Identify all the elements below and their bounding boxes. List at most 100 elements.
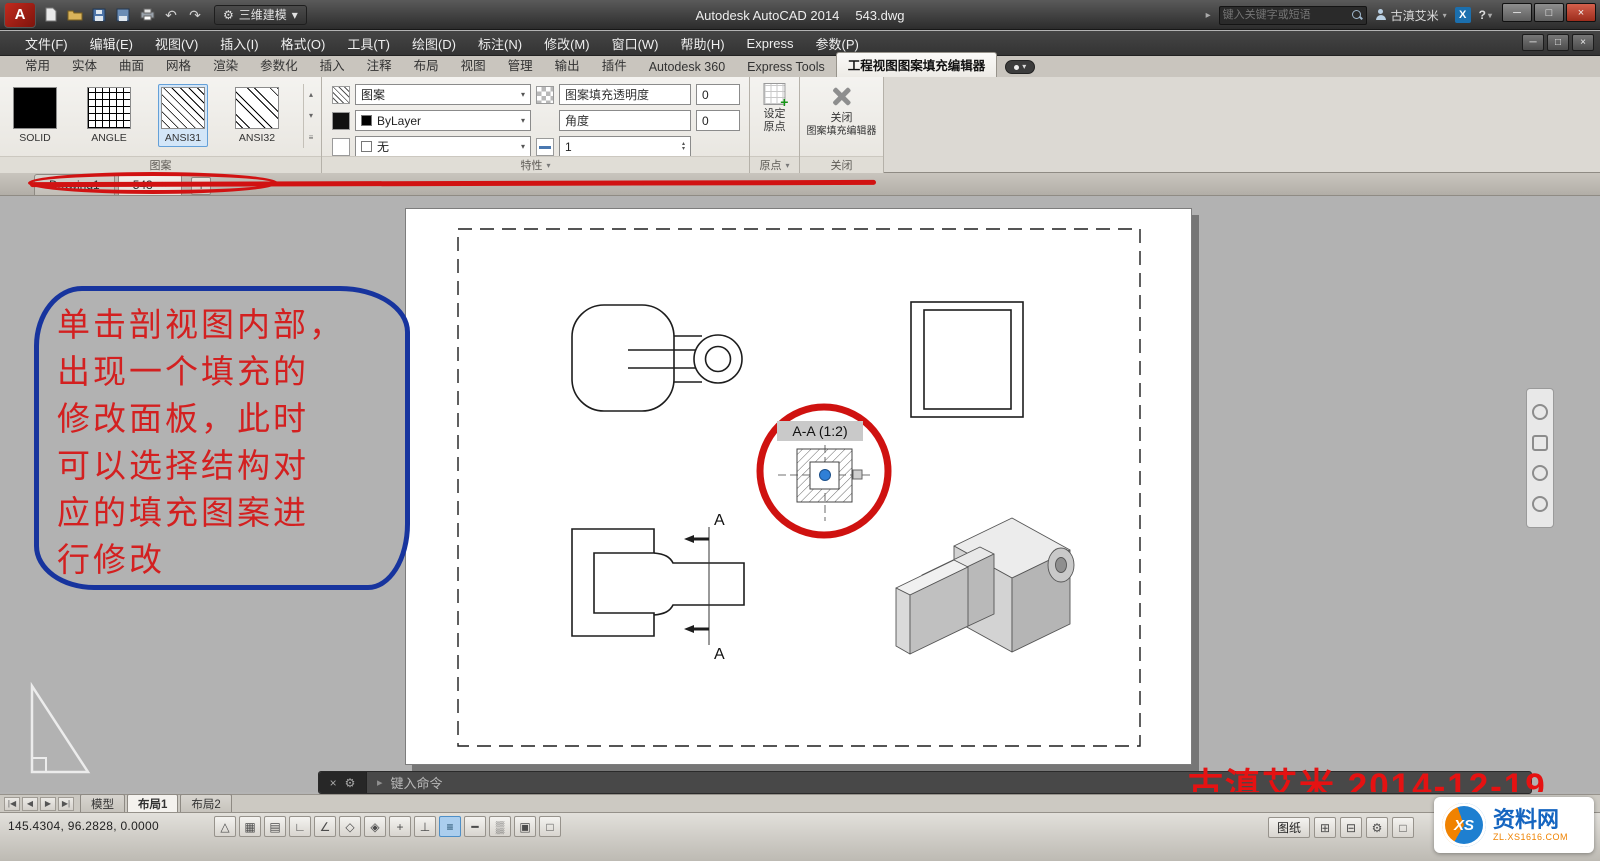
command-prompt[interactable]: ▸ 键入命令 (367, 773, 443, 792)
ribbon-tab-plugins[interactable]: 插件 (591, 53, 638, 77)
hatch-swatch-solid[interactable]: SOLID (10, 84, 60, 147)
gallery-up-icon[interactable]: ▴ (309, 90, 313, 99)
exchange-apps-icon[interactable]: X (1455, 7, 1471, 23)
ribbon-tab-annotate[interactable]: 注释 (356, 53, 403, 77)
undo-icon[interactable]: ↶ (162, 6, 180, 24)
ribbon-tab-insert[interactable]: 插入 (309, 53, 356, 77)
hatch-swatch-ansi31[interactable]: ANSI31 (158, 84, 208, 147)
gallery-expand-icon[interactable]: ≡ (309, 133, 314, 142)
infer-constraints-icon[interactable]: △ (214, 816, 236, 837)
dynamic-ucs-icon[interactable]: ⊥ (414, 816, 436, 837)
spinner-down-icon[interactable]: ▾ (682, 147, 694, 152)
tab-layout2[interactable]: 布局2 (180, 794, 231, 813)
ribbon-tab-parametric[interactable]: 参数化 (249, 53, 309, 77)
minimize-button[interactable]: ─ (1502, 3, 1532, 22)
close-hatch-editor-button[interactable]: 关闭 图案填充编辑器 (803, 83, 879, 138)
snap-icon[interactable]: ▦ (239, 816, 261, 837)
ribbon-display-toggle[interactable]: ▾ (1005, 60, 1035, 74)
menu-express[interactable]: Express (736, 31, 805, 56)
menu-window[interactable]: 窗口(W) (601, 31, 670, 56)
wrench-icon[interactable]: ⚙ (345, 776, 356, 790)
tab-layout1[interactable]: 布局1 (127, 794, 178, 813)
search-input[interactable] (1223, 8, 1351, 23)
doc-minimize-button[interactable]: ─ (1522, 34, 1544, 51)
menu-tools[interactable]: 工具(T) (336, 31, 401, 56)
menu-dimension[interactable]: 标注(N) (467, 31, 533, 56)
section-view-a-a[interactable] (778, 433, 874, 521)
quick-view-drawings-icon[interactable]: ⊟ (1340, 817, 1362, 838)
menu-view[interactable]: 视图(V) (144, 31, 209, 56)
maximize-button[interactable]: □ (1534, 3, 1564, 22)
ribbon-tab-autodesk360[interactable]: Autodesk 360 (638, 58, 736, 77)
transparency-toggle-icon[interactable]: ▒ (489, 816, 511, 837)
help-menu[interactable]: ? ▾ (1479, 8, 1492, 22)
app-logo-icon[interactable]: A (4, 2, 36, 28)
set-origin-button[interactable]: + 设定 原点 (752, 83, 797, 134)
menu-help[interactable]: 帮助(H) (670, 31, 736, 56)
menu-modify[interactable]: 修改(M) (533, 31, 601, 56)
ribbon-tab-output[interactable]: 输出 (544, 53, 591, 77)
otrack-icon[interactable]: + (389, 816, 411, 837)
first-layout-icon[interactable]: |◀ (4, 797, 20, 811)
ribbon-tab-layout[interactable]: 布局 (403, 53, 450, 77)
ribbon-tab-render[interactable]: 渲染 (202, 53, 249, 77)
settings-gear-icon[interactable]: ⚙ (1366, 817, 1388, 838)
ribbon-tab-hatch-editor[interactable]: 工程视图图案填充编辑器 (836, 52, 998, 77)
last-layout-icon[interactable]: ▶| (58, 797, 74, 811)
next-layout-icon[interactable]: ▶ (40, 797, 56, 811)
ribbon-tab-surface[interactable]: 曲面 (108, 53, 155, 77)
ribbon-tab-manage[interactable]: 管理 (497, 53, 544, 77)
redo-icon[interactable]: ↷ (186, 6, 204, 24)
osnap-3d-icon[interactable]: ◈ (364, 816, 386, 837)
osnap-icon[interactable]: ◇ (339, 816, 361, 837)
menu-insert[interactable]: 插入(I) (209, 31, 269, 56)
panel-label-pattern[interactable]: 图案 (0, 156, 321, 173)
transparency-label-box[interactable]: 图案填充透明度 (559, 84, 691, 105)
menu-file[interactable]: 文件(F) (14, 31, 79, 56)
transparency-value-input[interactable] (696, 84, 740, 105)
scale-value-input[interactable] (559, 136, 691, 157)
ribbon-tab-view[interactable]: 视图 (450, 53, 497, 77)
menu-format[interactable]: 格式(O) (270, 31, 337, 56)
ortho-icon[interactable]: ∟ (289, 816, 311, 837)
hatch-color-select[interactable]: ByLayer ▾ (355, 110, 531, 131)
menu-edit[interactable]: 编辑(E) (79, 31, 144, 56)
doc-restore-button[interactable]: □ (1547, 34, 1569, 51)
gallery-scrollbar[interactable]: ▴ ▾ ≡ (303, 84, 318, 148)
command-close-icon[interactable]: × (330, 776, 337, 790)
zoom-icon[interactable] (1532, 465, 1548, 481)
menu-draw[interactable]: 绘图(D) (401, 31, 467, 56)
selection-cycling-icon[interactable]: □ (539, 816, 561, 837)
ribbon-tab-home[interactable]: 常用 (14, 53, 61, 77)
search-icon[interactable] (1351, 9, 1363, 21)
ribbon-tab-solid[interactable]: 实体 (61, 53, 108, 77)
save-icon[interactable] (90, 6, 108, 24)
open-file-icon[interactable] (66, 6, 84, 24)
grid-icon[interactable]: ▤ (264, 816, 286, 837)
workspace-switcher[interactable]: ⚙ 三维建模 ▾ (214, 5, 307, 25)
tab-model[interactable]: 模型 (80, 794, 125, 813)
gallery-down-icon[interactable]: ▾ (309, 111, 313, 120)
lineweight-icon[interactable]: ━ (464, 816, 486, 837)
close-button[interactable]: × (1566, 3, 1596, 22)
pan-icon[interactable] (1532, 435, 1548, 451)
ribbon-tab-mesh[interactable]: 网格 (155, 53, 202, 77)
hatch-swatch-angle[interactable]: ANGLE (84, 84, 134, 147)
paper-model-toggle[interactable]: 图纸 (1268, 817, 1310, 838)
drawing-canvas[interactable]: A A (0, 196, 1600, 792)
save-as-icon[interactable] (114, 6, 132, 24)
polar-icon[interactable]: ∠ (314, 816, 336, 837)
hatch-type-select[interactable]: 图案 ▾ (355, 84, 531, 105)
new-file-icon[interactable] (42, 6, 60, 24)
panel-label-properties[interactable]: 特性 ▾ (322, 156, 749, 173)
prev-layout-icon[interactable]: ◀ (22, 797, 38, 811)
layout-paper[interactable]: A A (405, 208, 1192, 765)
plot-icon[interactable] (138, 6, 156, 24)
search-arrow-icon[interactable]: ▸ (1206, 10, 1211, 21)
panel-label-origin[interactable]: 原点 ▾ (750, 156, 799, 173)
grip-square[interactable] (853, 470, 862, 479)
quick-view-layouts-icon[interactable]: ⊞ (1314, 817, 1336, 838)
orbit-icon[interactable] (1532, 496, 1548, 512)
angle-value-input[interactable] (696, 110, 740, 131)
scale-spinner[interactable]: ▴ ▾ (682, 142, 694, 152)
